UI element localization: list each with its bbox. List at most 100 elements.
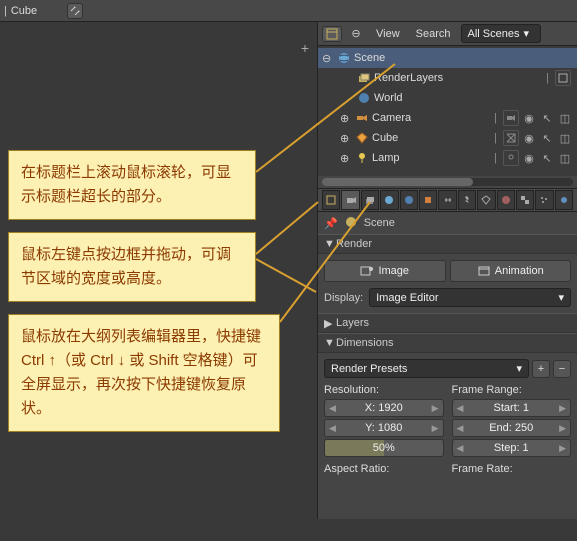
- tooltip-1: 在标题栏上滚动鼠标滚轮，可显示标题栏超长的部分。: [8, 150, 256, 220]
- disclosure-icon: ▼: [324, 238, 336, 250]
- tab-data[interactable]: [477, 190, 495, 210]
- tab-scene[interactable]: [380, 190, 398, 210]
- framerate-label: Frame Rate:: [452, 463, 572, 475]
- aspect-ratio-label: Aspect Ratio:: [324, 463, 444, 475]
- item-label[interactable]: Camera: [372, 112, 490, 124]
- decrement-icon[interactable]: ◀: [457, 443, 464, 454]
- tooltip-2: 鼠标左键点按边框并拖动，可调节区域的宽度或高度。: [8, 232, 256, 302]
- tab-material[interactable]: [497, 190, 515, 210]
- collapse-icon[interactable]: ⊖: [346, 26, 366, 42]
- cursor-icon[interactable]: ↖: [539, 150, 555, 166]
- dropdown-value: Render Presets: [331, 363, 407, 375]
- disclosure-icon[interactable]: ⊖: [322, 52, 334, 65]
- tree-row[interactable]: World: [318, 88, 577, 108]
- tree-row[interactable]: ⊕ Lamp | ◉ ↖ ◫: [318, 148, 577, 168]
- increment-icon[interactable]: ▶: [559, 423, 566, 434]
- eye-icon[interactable]: ◉: [521, 150, 537, 166]
- object-name: Cube: [11, 5, 37, 17]
- chevron-icon: ▾: [558, 291, 564, 304]
- dropdown-value: Image Editor: [376, 292, 438, 304]
- decrement-icon[interactable]: ◀: [457, 423, 464, 434]
- item-label[interactable]: Lamp: [372, 152, 490, 164]
- increment-icon[interactable]: ▶: [432, 423, 439, 434]
- scrollbar-thumb[interactable]: [322, 178, 473, 186]
- disclosure-icon[interactable]: ⊕: [340, 132, 352, 145]
- layers-icon: [356, 70, 372, 86]
- render-animation-button[interactable]: Animation: [450, 260, 572, 282]
- display-dropdown[interactable]: Image Editor ▾: [369, 288, 571, 307]
- eye-icon[interactable]: ◉: [521, 110, 537, 126]
- eye-icon[interactable]: ◉: [521, 130, 537, 146]
- outliner-header: ⊖ View Search All Scenes ▾: [318, 22, 577, 46]
- lamp-data-icon[interactable]: [503, 150, 519, 166]
- tab-particles[interactable]: [535, 190, 553, 210]
- render-icon[interactable]: ◫: [557, 150, 573, 166]
- tab-constraints[interactable]: [438, 190, 456, 210]
- frame-end-field[interactable]: ◀End: 250▶: [452, 419, 572, 437]
- scene-label[interactable]: Scene: [354, 52, 573, 64]
- remove-preset-button[interactable]: −: [553, 360, 571, 378]
- properties-tabs: [318, 188, 577, 212]
- filter-dropdown[interactable]: All Scenes ▾: [461, 24, 541, 43]
- frame-start-field[interactable]: ◀Start: 1▶: [452, 399, 572, 417]
- tab-world[interactable]: [400, 190, 418, 210]
- tab-modifiers[interactable]: [458, 190, 476, 210]
- tab-object[interactable]: [419, 190, 437, 210]
- layers-panel-header[interactable]: ▶ Layers: [318, 313, 577, 333]
- tab-editor-type[interactable]: [322, 190, 340, 210]
- horizontal-scrollbar[interactable]: [322, 178, 573, 186]
- increment-icon[interactable]: ▶: [559, 403, 566, 414]
- disclosure-icon[interactable]: ⊕: [340, 112, 352, 125]
- dimensions-panel-header[interactable]: ▼ Dimensions: [318, 333, 577, 353]
- tree-row[interactable]: ⊕ Camera | ◉ ↖ ◫: [318, 108, 577, 128]
- tree-scene-row[interactable]: ⊖ Scene: [318, 48, 577, 68]
- mesh-data-icon[interactable]: [503, 130, 519, 146]
- camera-icon: [354, 110, 370, 126]
- search-menu[interactable]: Search: [410, 28, 457, 40]
- decrement-icon[interactable]: ◀: [329, 423, 336, 434]
- tab-renderlayers[interactable]: [361, 190, 379, 210]
- item-label[interactable]: World: [374, 92, 573, 104]
- tooltip-3: 鼠标放在大纲列表编辑器里，快捷键 Ctrl ↑（或 Ctrl ↓ 或 Shift…: [8, 314, 280, 432]
- render-icon[interactable]: ◫: [557, 130, 573, 146]
- resolution-y-field[interactable]: ◀Y: 1080▶: [324, 419, 444, 437]
- view-menu[interactable]: View: [370, 28, 406, 40]
- render-panel-header[interactable]: ▼ Render: [318, 234, 577, 254]
- outliner-tree[interactable]: ⊖ Scene RenderLayers | W: [318, 46, 577, 176]
- 3d-viewport[interactable]: + 在标题栏上滚动鼠标滚轮，可显示标题栏超长的部分。 鼠标左键点按边框并拖动，可…: [0, 22, 317, 519]
- add-preset-button[interactable]: +: [532, 360, 550, 378]
- resolution-percent-field[interactable]: 50%: [324, 439, 444, 457]
- item-label[interactable]: Cube: [372, 132, 490, 144]
- panel-title: Dimensions: [336, 337, 393, 349]
- resolution-x-field[interactable]: ◀X: 1920▶: [324, 399, 444, 417]
- tab-render[interactable]: [341, 190, 359, 210]
- decrement-icon[interactable]: ◀: [457, 403, 464, 414]
- tab-physics[interactable]: [555, 190, 573, 210]
- cursor-icon[interactable]: ↖: [539, 130, 555, 146]
- item-label[interactable]: RenderLayers: [374, 72, 542, 84]
- disclosure-icon: ▶: [324, 317, 336, 330]
- render-image-button[interactable]: Image: [324, 260, 446, 282]
- editor-type-icon[interactable]: [322, 26, 342, 42]
- camera-data-icon[interactable]: [503, 110, 519, 126]
- resolution-label: Resolution:: [324, 384, 444, 396]
- breadcrumb-label: Scene: [364, 217, 395, 229]
- expand-icon[interactable]: [67, 3, 83, 19]
- pin-icon[interactable]: 📌: [324, 217, 338, 230]
- display-label: Display:: [324, 292, 363, 304]
- tab-texture[interactable]: [516, 190, 534, 210]
- plus-icon[interactable]: +: [301, 40, 309, 56]
- chevron-icon: ▾: [524, 27, 530, 40]
- render-presets-dropdown[interactable]: Render Presets ▾: [324, 359, 529, 378]
- renderlayer-sub-icon[interactable]: [555, 70, 571, 86]
- disclosure-icon[interactable]: ⊕: [340, 152, 352, 165]
- cursor-icon[interactable]: ↖: [539, 110, 555, 126]
- render-icon[interactable]: ◫: [557, 110, 573, 126]
- increment-icon[interactable]: ▶: [432, 403, 439, 414]
- decrement-icon[interactable]: ◀: [329, 403, 336, 414]
- tree-row[interactable]: ⊕ Cube | ◉ ↖ ◫: [318, 128, 577, 148]
- frame-step-field[interactable]: ◀Step: 1▶: [452, 439, 572, 457]
- tree-row[interactable]: RenderLayers |: [318, 68, 577, 88]
- panel-title: Layers: [336, 317, 369, 329]
- increment-icon[interactable]: ▶: [559, 443, 566, 454]
